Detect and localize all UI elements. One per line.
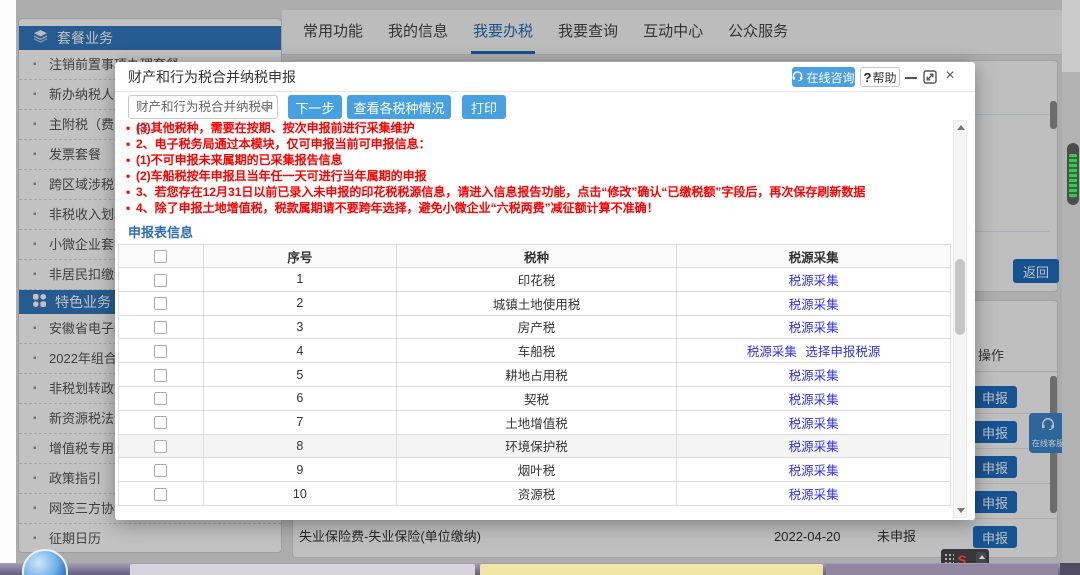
col-header-tax: 税种: [396, 245, 676, 268]
select-all-checkbox[interactable]: [154, 250, 167, 263]
modal-header: 财产和行为税合并纳税申报 在线咨询 ? 帮助 ×: [115, 62, 975, 92]
tax-source-collect-link[interactable]: 税源采集: [789, 298, 839, 312]
table-row: 7 土地增值税 税源采集: [119, 410, 951, 434]
next-step-button[interactable]: 下一步: [288, 95, 342, 119]
scroll-indicator-stripes: [1069, 154, 1077, 198]
table-row: 4 车船税 税源采集 选择申报税源: [119, 339, 951, 363]
table-row: 1 印花税 税源采集: [119, 268, 951, 292]
select-all-cell: [119, 245, 204, 268]
tax-declaration-modal: 财产和行为税合并纳税申报 在线咨询 ? 帮助 × 财产和行为税合并纳税申报 下一…: [115, 62, 975, 520]
tax-source-collect-link[interactable]: 税源采集: [789, 393, 839, 407]
declaration-form-info-label: 申报表信息: [128, 222, 193, 241]
question-mark-icon: ?: [864, 70, 872, 85]
row-checkbox[interactable]: [154, 440, 167, 453]
scroll-down-icon[interactable]: [957, 508, 965, 513]
table-row: 2 城镇土地使用税 税源采集: [119, 291, 951, 315]
col-header-index: 序号: [203, 245, 396, 268]
warning-line: 2、电子税务局通过本模块，仅可申报当前可申报信息：: [124, 136, 952, 152]
table-row-highlighted: 8 环境保护税 税源采集: [119, 434, 951, 458]
view-each-tax-button[interactable]: 查看各税种情况: [347, 95, 451, 119]
table-row: 9 烟叶税 税源采集: [119, 458, 951, 482]
table-row: 3 房产税 税源采集: [119, 315, 951, 339]
taskbar-window-active[interactable]: [480, 564, 823, 575]
tax-source-collect-link[interactable]: 税源采集: [789, 440, 839, 454]
minimize-icon[interactable]: [904, 67, 919, 87]
row-checkbox[interactable]: [154, 416, 167, 429]
row-checkbox[interactable]: [154, 297, 167, 310]
tax-source-collect-link[interactable]: 税源采集: [789, 274, 839, 288]
taskbar-window-3[interactable]: [826, 564, 1058, 575]
row-checkbox[interactable]: [154, 321, 167, 334]
scroll-indicator[interactable]: [1067, 143, 1079, 205]
taskbar-corner[interactable]: [1060, 563, 1080, 575]
warning-line: (3)其他税种，需要在按期、按次申报前进行采集维护: [124, 120, 952, 136]
browser-left-strip: [0, 0, 16, 563]
taskbar-window-1[interactable]: [130, 564, 475, 575]
screen: 套餐业务 注销前置事项办理套餐 新办纳税人套餐 主附税（费）联合申报 发票套餐 …: [0, 0, 1080, 575]
modal-scrollbar[interactable]: [953, 120, 967, 518]
warning-line: (1)不可申报未来属期的已采集报告信息: [124, 152, 952, 168]
tax-source-collect-link[interactable]: 税源采集: [747, 345, 797, 359]
online-consult-label: 在线咨询: [806, 69, 854, 86]
table-header-row: 序号 税种 税源采集: [119, 245, 951, 268]
headset-icon: [792, 70, 803, 84]
table-row: 5 耕地占用税 税源采集: [119, 363, 951, 387]
tax-source-collect-link[interactable]: 税源采集: [789, 417, 839, 431]
tax-type-dropdown[interactable]: 财产和行为税合并纳税申报: [128, 95, 278, 119]
right-strip-top: [1062, 0, 1080, 72]
help-button[interactable]: ? 帮助: [860, 67, 900, 87]
warning-line: (2)车船税按年申报且当年任一天可进行当年属期的申报: [124, 168, 952, 184]
tax-source-collect-link[interactable]: 税源采集: [789, 464, 839, 478]
tax-source-collect-link[interactable]: 税源采集: [789, 369, 839, 383]
help-label: 帮助: [872, 69, 896, 86]
browser-right-strip: [1062, 0, 1080, 563]
scroll-up-icon[interactable]: [957, 125, 965, 130]
row-checkbox[interactable]: [154, 488, 167, 501]
warning-line: 4、除了申报土地增值税，税款属期请不要跨年选择，避免小微企业“六税两费”减征额计…: [124, 200, 952, 216]
row-checkbox[interactable]: [154, 464, 167, 477]
tax-source-collect-link[interactable]: 税源采集: [789, 321, 839, 335]
close-icon[interactable]: ×: [942, 66, 958, 86]
row-checkbox[interactable]: [154, 369, 167, 382]
modal-title: 财产和行为税合并纳税申报: [128, 62, 296, 92]
online-consult-button[interactable]: 在线咨询: [792, 67, 855, 87]
modal-scrollbar-thumb[interactable]: [955, 259, 965, 335]
warning-list: (3)其他税种，需要在按期、按次申报前进行采集维护 2、电子税务局通过本模块，仅…: [124, 120, 952, 216]
print-button[interactable]: 打印: [462, 95, 506, 119]
row-checkbox[interactable]: [154, 274, 167, 287]
taskbar: [0, 563, 1080, 575]
table-row: 6 契税 税源采集: [119, 386, 951, 410]
tax-source-collect-link[interactable]: 税源采集: [789, 488, 839, 502]
row-checkbox[interactable]: [154, 345, 167, 358]
col-header-source: 税源采集: [677, 245, 951, 268]
select-declare-source-link[interactable]: 选择申报税源: [805, 345, 880, 359]
maximize-icon[interactable]: [923, 70, 937, 84]
declaration-table: 序号 税种 税源采集 1 印花税 税源采集 2 城镇土地使用税 税源采集 3 房…: [118, 244, 951, 506]
table-row: 10 资源税 税源采集: [119, 482, 951, 506]
warning-line: 3、若您存在12月31日以前已录入未申报的印花税税源信息，请进入信息报告功能，点…: [124, 184, 952, 200]
row-checkbox[interactable]: [154, 392, 167, 405]
